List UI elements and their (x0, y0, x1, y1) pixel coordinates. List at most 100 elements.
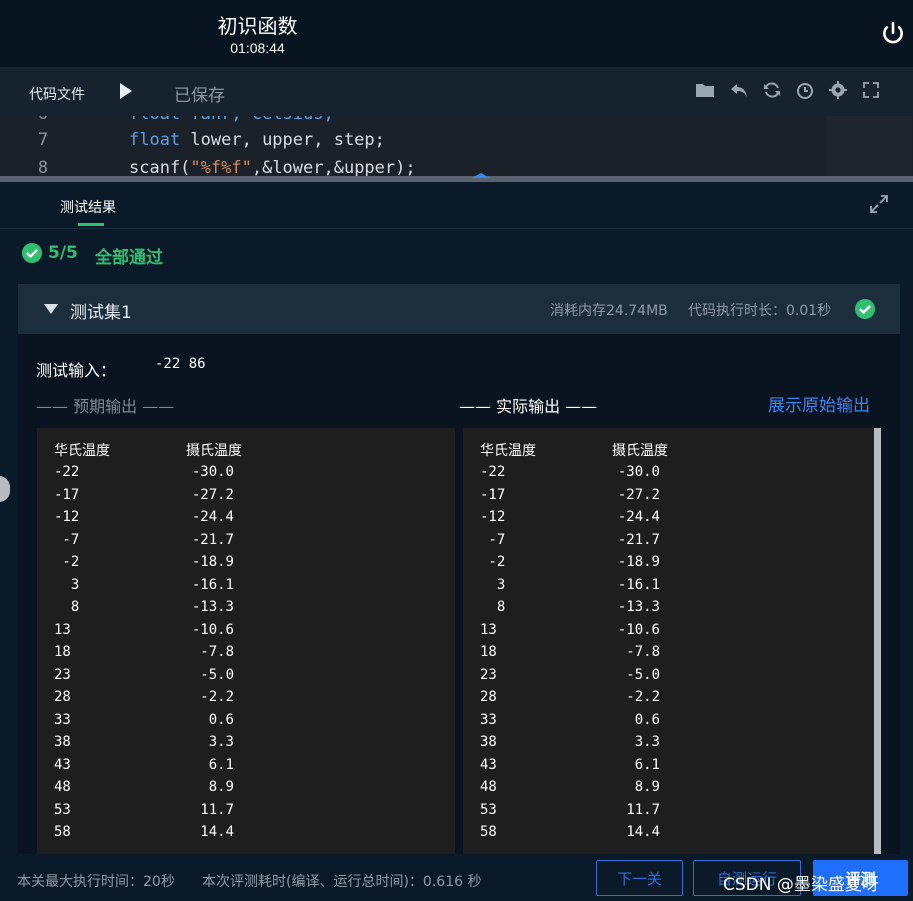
fahrenheit-value: 23 (480, 666, 497, 683)
fahrenheit-value: 8 (480, 599, 506, 615)
csdn-watermark: CSDN @墨染盛夏呀 (723, 875, 879, 895)
actual-output-box[interactable]: 华氏温度 摄氏温度 -22 -30.0 -17 -27.2 -12 -24.4 -7 -21.7… (463, 428, 881, 854)
fullscreen-icon[interactable] (861, 80, 881, 100)
memory-usage: 消耗内存24.74MB (550, 303, 668, 319)
fahrenheit-value: 33 (480, 711, 497, 728)
run-icon[interactable] (118, 82, 134, 100)
expected-output-row: -2 -18.9 (54, 554, 234, 576)
celsius-value: -2.2 (200, 689, 234, 705)
celsius-value: 8.9 (208, 779, 234, 795)
fahrenheit-value: 58 (480, 824, 497, 840)
expected-output-row: 28 -2.2 (54, 689, 234, 711)
fahrenheit-value: 23 (54, 666, 71, 683)
fahrenheit-value: -2 (54, 554, 80, 570)
folder-icon[interactable] (695, 80, 715, 100)
expected-output-row: -12 -24.4 (54, 509, 234, 531)
celsius-value: -7.8 (626, 644, 660, 660)
expected-output-row: 3 -16.1 (54, 576, 234, 599)
actual-output-row: 8 -13.3 (480, 599, 660, 621)
max-execution-time: 本关最大执行时间：20秒 (17, 874, 175, 890)
elapsed-timer: 01:08:44 (230, 40, 285, 56)
fahrenheit-value: 13 (480, 621, 497, 638)
fahrenheit-value: -12 (480, 509, 506, 525)
actual-output-row: 18 -7.8 (480, 644, 660, 666)
celsius-value: 3.3 (634, 734, 660, 750)
next-level-button[interactable]: 下一关 (596, 860, 683, 896)
results-tab-bar (0, 182, 913, 229)
test-set-title: 测试集1 (70, 303, 132, 323)
fahrenheit-value: -7 (54, 531, 80, 548)
fahrenheit-value: 28 (54, 689, 71, 705)
code-line: scanf("%f%f",&lower,&upper); (129, 158, 416, 176)
expected-output-label: —— 预期输出 —— (36, 397, 175, 416)
fahrenheit-value: 53 (54, 801, 71, 818)
tab-test-results[interactable]: 测试结果 (60, 197, 116, 217)
celsius-value: -27.2 (617, 486, 660, 503)
check-circle-icon (22, 243, 42, 263)
actual-output-label: —— 实际输出 —— (459, 397, 598, 416)
line-number: 7 (37, 130, 49, 150)
fahrenheit-value: 3 (54, 576, 80, 593)
fahrenheit-value: 13 (54, 621, 71, 638)
celsius-value: -24.4 (617, 509, 660, 525)
fahrenheit-value: 33 (54, 711, 71, 728)
side-panel-toggle[interactable] (0, 476, 10, 502)
code-keyword: float (129, 130, 181, 150)
expected-output-row: -22 -30.0 (54, 464, 234, 486)
actual-output-row: 43 6.1 (480, 756, 660, 779)
code-text: ,&lower,&upper); (251, 158, 416, 176)
expected-output-row: 8 -13.3 (54, 599, 234, 621)
undo-icon[interactable] (729, 80, 749, 100)
celsius-value: -13.3 (617, 599, 660, 615)
celsius-value: -13.3 (191, 599, 234, 615)
column-header: 摄氏温度 (612, 443, 668, 459)
settings-gear-icon[interactable] (828, 80, 848, 100)
history-icon[interactable] (795, 80, 815, 100)
code-line: float fahr, celsius; (129, 116, 334, 124)
celsius-value: -18.9 (191, 554, 234, 570)
celsius-value: 11.7 (200, 801, 234, 818)
code-line: float lower, upper, step; (129, 130, 385, 150)
output-header-row: 华氏温度 摄氏温度 (54, 440, 242, 462)
celsius-value: -10.6 (617, 621, 660, 638)
fahrenheit-value: 43 (480, 756, 497, 773)
fahrenheit-value: 8 (54, 599, 80, 615)
fahrenheit-value: 48 (480, 779, 497, 795)
celsius-value: -16.1 (191, 576, 234, 593)
celsius-value: -18.9 (617, 554, 660, 570)
expected-output-row: 38 3.3 (54, 734, 234, 756)
code-editor[interactable]: 6 float fahr, celsius; 7 float lower, up… (0, 116, 913, 176)
celsius-value: -7.8 (200, 644, 234, 660)
fahrenheit-value: -17 (480, 486, 506, 503)
code-text: lower, upper, step; (180, 130, 385, 150)
celsius-value: -10.6 (191, 621, 234, 638)
celsius-value: 0.6 (208, 711, 234, 728)
fahrenheit-value: 18 (54, 644, 71, 660)
celsius-value: -16.1 (617, 576, 660, 593)
celsius-value: -21.7 (617, 531, 660, 548)
celsius-value: 14.4 (626, 824, 660, 840)
celsius-value: -5.0 (200, 666, 234, 683)
actual-output-row: 33 0.6 (480, 711, 660, 734)
actual-output-row: -7 -21.7 (480, 532, 660, 554)
pass-count: 5/5 (48, 243, 78, 263)
output-scrollbar[interactable] (874, 428, 881, 854)
celsius-value: -5.0 (626, 666, 660, 683)
expand-icon[interactable] (868, 193, 890, 215)
expected-output-row: 18 -7.8 (54, 644, 234, 666)
actual-output-row: 48 8.9 (480, 779, 660, 801)
tab-code-file[interactable]: 代码文件 (29, 84, 85, 104)
celsius-value: 14.4 (200, 824, 234, 840)
code-minimap[interactable] (826, 116, 912, 176)
pass-status: 全部通过 (95, 248, 163, 268)
evaluation-time: 本次评测耗时(编译、运行总时间)：0.616 秒 (202, 874, 482, 890)
expected-output-row: 43 6.1 (54, 757, 234, 779)
column-header: 华氏温度 (54, 443, 110, 459)
power-icon[interactable] (880, 20, 906, 46)
test-input-label: 测试输入： (36, 361, 117, 380)
refresh-icon[interactable] (762, 80, 782, 100)
expected-output-row: -17 -27.2 (54, 487, 234, 509)
fahrenheit-value: 53 (480, 801, 497, 818)
caret-down-icon[interactable] (44, 304, 58, 314)
show-raw-output-link[interactable]: 展示原始输出 (768, 391, 870, 416)
